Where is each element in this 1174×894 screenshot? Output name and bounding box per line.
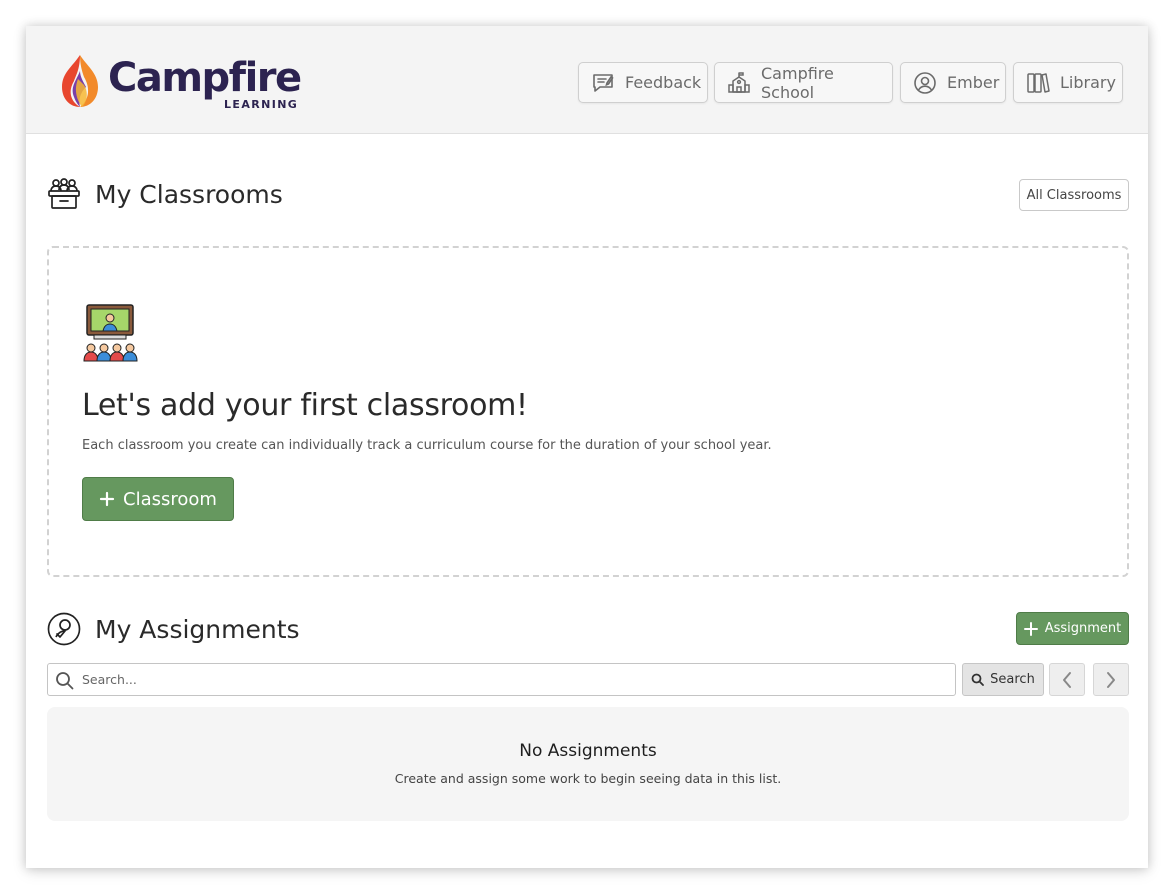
- add-assignment-label: Assignment: [1044, 621, 1122, 636]
- chevron-right-icon: [1107, 671, 1115, 688]
- assignments-section-title: My Assignments: [47, 612, 300, 646]
- assignments-search-input[interactable]: [82, 664, 942, 695]
- chevron-left-icon: [1063, 671, 1071, 688]
- plus-icon: [1023, 621, 1038, 636]
- assignments-empty-state: No Assignments Create and assign some wo…: [47, 707, 1129, 821]
- nav-feedback-button[interactable]: Feedback: [578, 62, 708, 103]
- add-classroom-button[interactable]: Classroom: [82, 477, 234, 521]
- campfire-flame-logo-icon: [62, 55, 98, 107]
- nav-campfire-school-button[interactable]: Campfire School: [714, 62, 893, 103]
- assignments-empty-subtitle: Create and assign some work to begin see…: [394, 771, 782, 786]
- previous-page-button[interactable]: [1049, 663, 1085, 696]
- search-button-label: Search: [990, 672, 1035, 687]
- library-icon: [1027, 72, 1050, 93]
- nav-campfire-school-label: Campfire School: [761, 63, 834, 102]
- nav-library-button[interactable]: Library: [1013, 62, 1123, 103]
- assignments-search-field[interactable]: [47, 663, 956, 696]
- plus-icon: [99, 491, 115, 507]
- nav-ember-button[interactable]: Ember: [900, 62, 1006, 103]
- search-icon: [971, 673, 985, 686]
- nav-feedback-label: Feedback: [625, 73, 702, 92]
- nav-library-label: Library: [1060, 73, 1116, 92]
- classroom-desk-icon: [48, 178, 80, 209]
- user-circle-icon: [914, 71, 936, 94]
- campfire-logo[interactable]: Campfire LEARNING: [58, 51, 308, 113]
- assignments-empty-title: No Assignments: [519, 741, 657, 761]
- feedback-icon: [593, 73, 614, 92]
- school-icon: [728, 71, 750, 93]
- logo-wordmark: Campfire: [108, 55, 302, 101]
- assignment-user-icon: [47, 612, 81, 646]
- search-icon: [56, 672, 74, 690]
- search-button[interactable]: Search: [962, 663, 1044, 696]
- classrooms-empty-state: Let's add your first classroom! Each cla…: [47, 246, 1129, 577]
- classrooms-empty-description: Each classroom you create can individual…: [82, 438, 772, 453]
- classrooms-empty-heading: Let's add your first classroom!: [82, 388, 528, 423]
- classrooms-title: My Classrooms: [95, 179, 283, 209]
- logo-subtitle: LEARNING: [224, 98, 299, 111]
- top-header: Campfire LEARNING Feedback Campfire Scho…: [26, 26, 1148, 134]
- app-window: Campfire LEARNING Feedback Campfire Scho…: [26, 26, 1148, 868]
- classrooms-section-title: My Classrooms: [47, 178, 283, 210]
- all-classrooms-button[interactable]: All Classrooms: [1019, 179, 1129, 211]
- assignments-title: My Assignments: [95, 614, 300, 644]
- nav-ember-label: Ember: [947, 73, 1000, 92]
- add-classroom-label: Classroom: [123, 488, 217, 510]
- next-page-button[interactable]: [1093, 663, 1129, 696]
- add-assignment-button[interactable]: Assignment: [1016, 612, 1129, 645]
- teacher-classroom-illustration-icon: [83, 304, 138, 362]
